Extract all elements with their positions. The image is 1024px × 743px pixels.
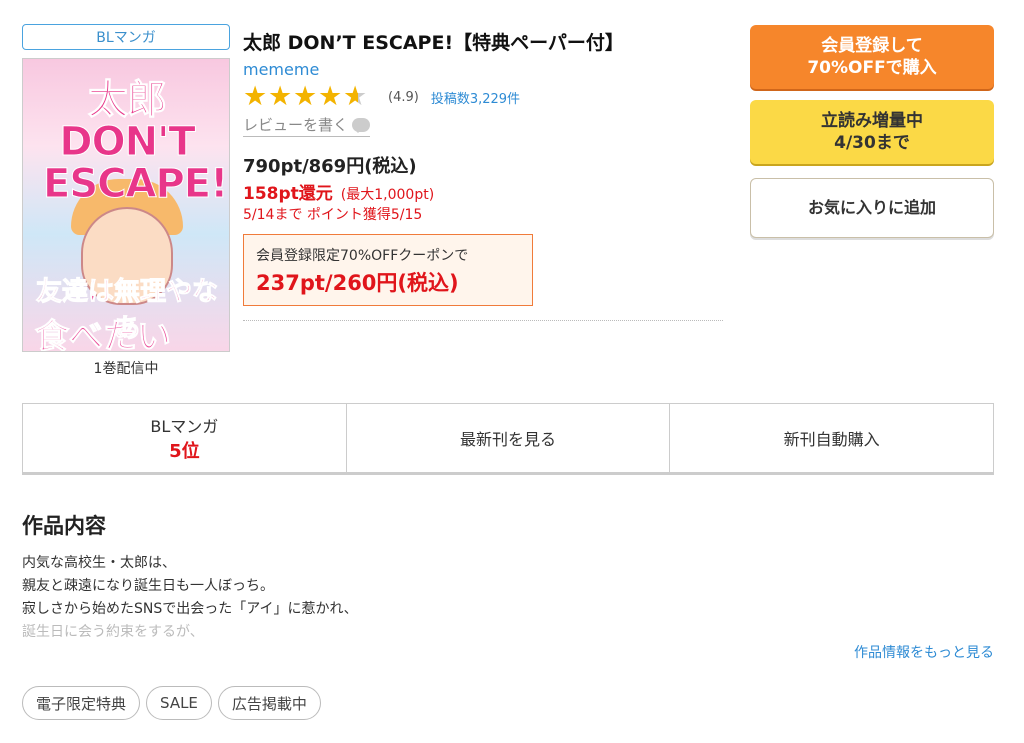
coupon-label: 会員登録限定70%OFFクーポンで — [256, 248, 469, 264]
genre-rank[interactable]: BLマンガ 5位 — [23, 404, 347, 472]
price: 790pt/869円(税込) — [243, 156, 417, 177]
tag-item[interactable]: 広告掲載中 — [217, 686, 321, 720]
register-line1: 会員登録して — [821, 36, 923, 56]
description-heading: 作品内容 — [22, 514, 106, 538]
coupon-box: 会員登録限定70%OFFクーポンで 237pt/260円(税込) — [243, 234, 533, 306]
write-review-link[interactable]: レビューを書く — [243, 114, 371, 137]
cover-title-art: 太郎 DON'T ESCAPE! — [43, 77, 229, 207]
star-icon: ★ — [318, 81, 343, 112]
author-link[interactable]: mememe — [243, 60, 319, 79]
half-star-icon: ★ — [343, 83, 370, 110]
tag-item[interactable]: 電子限定特典 — [22, 686, 141, 720]
review-count-link[interactable]: 投稿数3,229件 — [431, 88, 520, 107]
preview-line2: 4/30まで — [834, 133, 910, 153]
register-purchase-button[interactable]: 会員登録して 70%OFFで購入 — [750, 25, 994, 89]
auto-purchase-link[interactable]: 新刊自動購入 — [670, 404, 993, 472]
cover-bottom-art-2: 食べたい — [35, 317, 172, 352]
points-row: 158pt還元 (最大1,000pt) — [243, 179, 434, 204]
more-info-link[interactable]: 作品情報をもっと見る — [854, 642, 994, 662]
speech-bubble-icon — [352, 117, 371, 133]
register-line2: 70%OFFで購入 — [807, 58, 937, 78]
description-line: 寂しさから始めたSNSで出会った「アイ」に惹かれ、 — [22, 601, 358, 617]
star-icon: ★ — [268, 81, 293, 112]
rating-score: (4.9) — [388, 89, 419, 105]
preview-button[interactable]: 立読み増量中 4/30まで — [750, 100, 994, 164]
volumes-available: 1巻配信中 — [93, 361, 159, 377]
cover-image[interactable]: 太郎 DON'T ESCAPE! 友達は無理やなあ 食べたい — [22, 58, 230, 352]
preview-line1: 立読み増量中 — [821, 111, 923, 131]
add-favorite-button[interactable]: お気に入りに追加 — [750, 178, 994, 238]
latest-volume-label: 最新刊を見る — [460, 430, 557, 449]
write-review-label: レビューを書く — [243, 116, 349, 134]
star-icon: ★ — [243, 81, 268, 112]
description-line: 内気な高校生・太郎は、 — [22, 555, 176, 571]
points-deadline: 5/14まで ポイント獲得5/15 — [243, 207, 423, 223]
genre-tag[interactable]: BLマンガ — [22, 24, 230, 50]
description-text: 内気な高校生・太郎は、 親友と疎遠になり誕生日も一人ぼっち。 寂しさから始めたS… — [22, 552, 622, 644]
stats-bar: BLマンガ 5位 最新刊を見る 新刊自動購入 — [22, 403, 994, 475]
description-line: 誕生日に会う約束をするが、 — [22, 624, 204, 640]
latest-volume-link[interactable]: 最新刊を見る — [347, 404, 671, 472]
genre-rank-label: BLマンガ — [150, 417, 219, 436]
auto-purchase-label: 新刊自動購入 — [783, 430, 880, 449]
product-title: 太郎 DON’T ESCAPE!【特典ペーパー付】 — [243, 32, 624, 54]
rating-row: ★ ★ ★ ★ ★ (4.9) 投稿数3,229件 — [243, 81, 520, 112]
tag-list: 電子限定特典 SALE 広告掲載中 — [22, 686, 321, 720]
tag-item[interactable]: SALE — [146, 686, 212, 720]
genre-rank-value: 5位 — [169, 441, 200, 462]
points-back: 158pt還元 — [243, 184, 333, 204]
coupon-price: 237pt/260円(税込) — [256, 271, 459, 295]
star-rating: ★ ★ ★ ★ ★ — [243, 81, 370, 112]
star-icon: ★ — [293, 81, 318, 112]
divider — [243, 320, 723, 321]
points-max: (最大1,000pt) — [340, 187, 435, 203]
description-line: 親友と疎遠になり誕生日も一人ぼっち。 — [22, 578, 274, 594]
